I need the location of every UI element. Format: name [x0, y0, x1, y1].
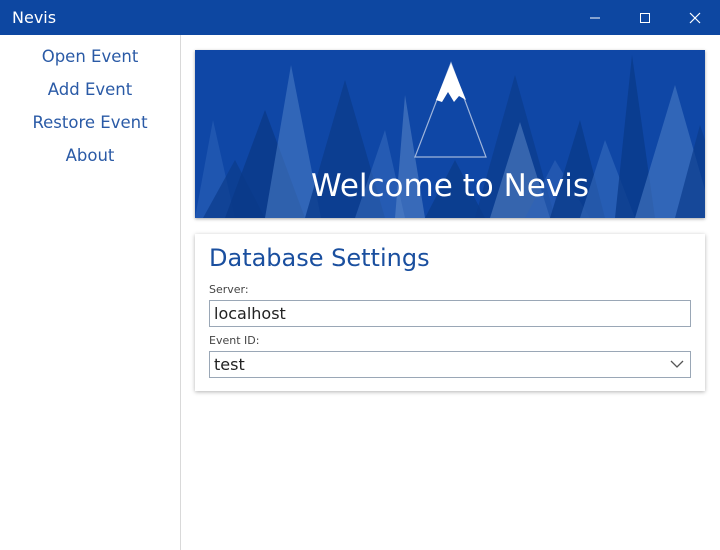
close-icon	[689, 12, 701, 23]
minimize-icon	[590, 17, 600, 18]
title-bar: Nevis	[0, 0, 720, 35]
sidebar: Open Event Add Event Restore Event About	[0, 35, 181, 550]
sidebar-item-add-event[interactable]: Add Event	[0, 73, 180, 106]
database-settings-title: Database Settings	[209, 244, 430, 272]
chevron-down-icon	[670, 360, 684, 368]
sidebar-item-open-event[interactable]: Open Event	[0, 40, 180, 73]
close-button[interactable]	[670, 0, 720, 35]
maximize-button[interactable]	[620, 0, 670, 35]
event-id-label: Event ID:	[209, 334, 260, 347]
server-label: Server:	[209, 283, 249, 296]
app-title: Nevis	[12, 8, 57, 27]
server-input[interactable]: localhost	[209, 300, 691, 327]
event-id-value: test	[214, 355, 245, 374]
welcome-banner: Welcome to Nevis	[195, 50, 705, 218]
sidebar-item-about[interactable]: About	[0, 139, 180, 172]
sidebar-nav: Open Event Add Event Restore Event About	[0, 35, 180, 172]
event-id-select[interactable]: test	[209, 351, 691, 378]
sidebar-item-restore-event[interactable]: Restore Event	[0, 106, 180, 139]
database-settings-card: Database Settings Server: localhost Even…	[195, 234, 705, 391]
minimize-button[interactable]	[570, 0, 620, 35]
app-window: Nevis Open Event Add Event Restore Event…	[0, 0, 720, 550]
welcome-title: Welcome to Nevis	[310, 168, 589, 204]
maximize-icon	[640, 12, 650, 23]
server-value: localhost	[214, 304, 286, 323]
main-content: Welcome to Nevis Database Settings Serve…	[181, 35, 720, 550]
